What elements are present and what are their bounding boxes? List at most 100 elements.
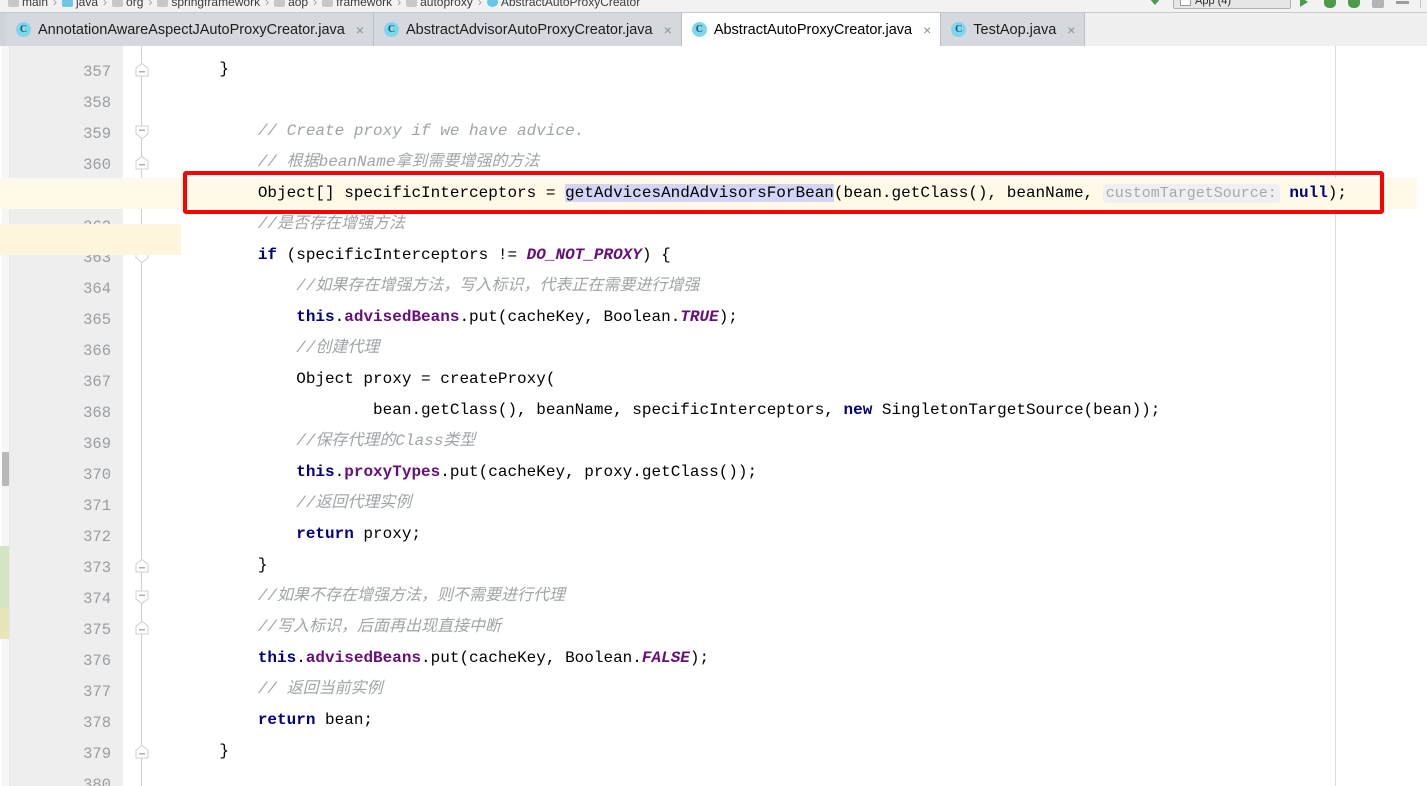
code-line-357[interactable]: } [181, 54, 1427, 85]
code-token: proxy; [353, 525, 422, 543]
fold-marker-end-379[interactable] [134, 744, 150, 760]
fold-marker-end-375[interactable] [134, 620, 150, 636]
line-number-376[interactable]: 376 [83, 646, 111, 677]
code-token: SingletonTargetSource(bean)); [872, 401, 1161, 419]
code-token: .put(cacheKey, proxy.getClass()); [440, 463, 758, 481]
code-line-376[interactable]: this.advisedBeans.put(cacheKey, Boolean.… [181, 643, 1427, 674]
code-line-364[interactable]: //如果存在增强方法，写入标识，代表正在需要进行增强 [181, 271, 1427, 302]
line-number-379[interactable]: 379 [83, 739, 111, 770]
code-token: proxyTypes [344, 463, 441, 481]
scrollbar-thumb[interactable] [2, 452, 9, 486]
close-icon[interactable]: × [356, 23, 364, 37]
close-icon[interactable]: × [1067, 23, 1075, 37]
code-token: bean.getClass(), beanName, specificInter… [181, 401, 844, 419]
line-number-gutter[interactable]: 3573583593603613623633643653663673683693… [10, 46, 123, 786]
code-editor[interactable]: 3573583593603613623633643653663673683693… [0, 46, 1427, 786]
code-line-359[interactable]: // Create proxy if we have advice. [181, 116, 1427, 147]
code-token: ); [1327, 184, 1347, 202]
code-line-380[interactable] [181, 767, 1427, 786]
line-number-364[interactable]: 364 [83, 274, 111, 305]
breadcrumb-item-framework[interactable]: framework [322, 0, 392, 9]
scrollbar-track[interactable] [2, 46, 9, 786]
line-number-377[interactable]: 377 [83, 677, 111, 708]
vcs-change-marker-0 [0, 546, 9, 608]
code-line-366[interactable]: //创建代理 [181, 333, 1427, 364]
run-button[interactable] [1300, 0, 1315, 9]
code-line-369[interactable]: //保存代理的Class类型 [181, 426, 1427, 457]
line-number-374[interactable]: 374 [83, 584, 111, 615]
run-configuration-selector[interactable]: App (4) [1173, 0, 1291, 9]
line-number-375[interactable]: 375 [83, 615, 111, 646]
line-number-370[interactable]: 370 [83, 460, 111, 491]
line-number-372[interactable]: 372 [83, 522, 111, 553]
line-number-371[interactable]: 371 [83, 491, 111, 522]
debug-button[interactable] [1324, 0, 1339, 9]
line-number-360[interactable]: 360 [83, 150, 111, 181]
line-number-357[interactable]: 357 [83, 57, 111, 88]
stop-button[interactable] [1396, 0, 1411, 9]
line-number-358[interactable]: 358 [83, 88, 111, 119]
line-number-369[interactable]: 369 [83, 429, 111, 460]
editor-left-scrollbar[interactable] [0, 46, 10, 786]
code-line-361[interactable]: Object[] specificInterceptors = getAdvic… [181, 178, 1427, 209]
code-content[interactable]: } // Create proxy if we have advice. // … [0, 46, 1427, 786]
java-class-icon: C [951, 22, 967, 37]
code-line-378[interactable]: return bean; [181, 705, 1427, 736]
breadcrumb-item-java[interactable]: java [62, 0, 98, 9]
fold-marker-collapse-374[interactable] [134, 589, 150, 605]
breadcrumb-item-aop[interactable]: aop [274, 0, 308, 9]
editor-tab-2[interactable]: C AbstractAutoProxyCreator.java × [681, 13, 942, 46]
code-line-375[interactable]: //写入标识，后面再出现直接中断 [181, 612, 1427, 643]
fold-marker-end-360[interactable] [134, 155, 150, 171]
line-number-366[interactable]: 366 [83, 336, 111, 367]
close-icon[interactable]: × [664, 23, 672, 37]
code-line-360[interactable]: // 根据beanName拿到需要增强的方法 [181, 147, 1427, 178]
breadcrumb-item-main[interactable]: main [8, 0, 48, 9]
editor-tab-0[interactable]: C AnnotationAwareAspectJAutoProxyCreator.… [6, 13, 375, 46]
breadcrumb-item-org[interactable]: org [112, 0, 143, 9]
code-line-374[interactable]: //如果不存在增强方法，则不需要进行代理 [181, 581, 1427, 612]
java-class-icon: C [384, 22, 400, 37]
code-line-368[interactable]: bean.getClass(), beanName, specificInter… [181, 395, 1427, 426]
breadcrumb-item-autoproxy[interactable]: autoproxy [406, 0, 473, 9]
close-icon[interactable]: × [923, 23, 931, 37]
fold-marker-end-373[interactable] [134, 558, 150, 574]
code-folding-gutter[interactable] [123, 46, 181, 786]
chevron-down-icon[interactable] [1149, 0, 1164, 9]
folder-icon [322, 0, 334, 7]
code-token: //创建代理 [181, 339, 380, 357]
run-with-coverage-button[interactable] [1348, 0, 1363, 9]
editor-tab-label: AnnotationAwareAspectJAutoProxyCreator.j… [38, 21, 345, 38]
code-line-370[interactable]: this.proxyTypes.put(cacheKey, proxy.getC… [181, 457, 1427, 488]
editor-tab-1[interactable]: C AbstractAdvisorAutoProxyCreator.java × [374, 13, 682, 46]
line-number-380[interactable]: 380 [83, 770, 111, 786]
fold-marker-end-357[interactable] [134, 62, 150, 78]
line-number-359[interactable]: 359 [83, 119, 111, 150]
code-token: new [843, 401, 873, 419]
code-line-377[interactable]: // 返回当前实例 [181, 674, 1427, 705]
code-line-358[interactable] [181, 85, 1427, 116]
code-token: //如果不存在增强方法，则不需要进行代理 [181, 587, 566, 605]
line-number-365[interactable]: 365 [83, 305, 111, 336]
code-token: //返回代理实例 [181, 494, 412, 512]
code-line-365[interactable]: this.advisedBeans.put(cacheKey, Boolean.… [181, 302, 1427, 333]
profile-button[interactable] [1372, 0, 1387, 9]
line-number-368[interactable]: 368 [83, 398, 111, 429]
line-number-367[interactable]: 367 [83, 367, 111, 398]
breadcrumb-item-abstractautoproxycreator[interactable]: AbstractAutoProxyCreator [486, 0, 640, 9]
code-line-379[interactable]: } [181, 736, 1427, 767]
fold-marker-collapse-359[interactable] [134, 124, 150, 140]
code-line-372[interactable]: return proxy; [181, 519, 1427, 550]
code-line-371[interactable]: //返回代理实例 [181, 488, 1427, 519]
code-token: } [181, 742, 230, 760]
editor-tab-3[interactable]: C TestAop.java × [941, 13, 1086, 46]
breadcrumb-item-springframework[interactable]: springframework [157, 0, 260, 9]
breadcrumb-separator: › [397, 0, 402, 9]
code-token: FALSE [641, 649, 690, 667]
code-line-362[interactable]: //是否存在增强方法 [181, 209, 1427, 240]
line-number-373[interactable]: 373 [83, 553, 111, 584]
code-line-373[interactable]: } [181, 550, 1427, 581]
line-number-378[interactable]: 378 [83, 708, 111, 739]
code-line-363[interactable]: if (specificInterceptors != DO_NOT_PROXY… [181, 240, 1427, 271]
code-line-367[interactable]: Object proxy = createProxy( [181, 364, 1427, 395]
